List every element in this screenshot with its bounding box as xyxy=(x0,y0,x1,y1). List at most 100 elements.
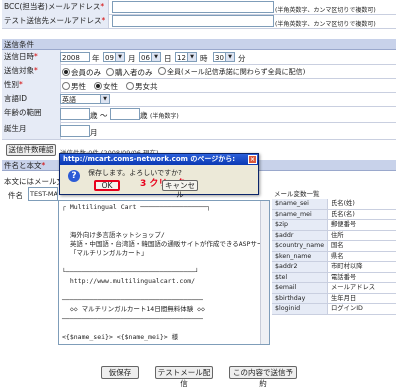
language-label: 言語ID xyxy=(2,92,61,106)
day-select[interactable]: 06 ▼ xyxy=(139,52,161,62)
body-line: 「マルチリンガルカート」 xyxy=(62,249,148,258)
gender-option-both[interactable]: 男女共 xyxy=(126,81,158,92)
variable-value: 県名 xyxy=(331,252,344,260)
variable-key: $loginid xyxy=(272,304,328,314)
chevron-down-icon: ▼ xyxy=(225,53,234,61)
age-max-input[interactable] xyxy=(110,108,140,120)
variable-row: $email メールアドレス xyxy=(272,283,396,294)
radio-selected-icon xyxy=(94,82,102,90)
save-button[interactable]: 仮保存 xyxy=(101,366,139,379)
test-input[interactable] xyxy=(112,15,274,27)
send-datetime-label: 送信日時* xyxy=(2,50,61,64)
year-input[interactable]: 2008 xyxy=(60,52,90,62)
birth-month-input[interactable] xyxy=(60,125,90,137)
age-min-input[interactable] xyxy=(60,108,90,120)
variable-key: $addr2 xyxy=(272,262,328,272)
bcc-hint: (半角英数字、カンマ区切りで複数可) xyxy=(275,7,376,14)
variable-row: $loginid ログインID xyxy=(272,304,396,315)
body-line xyxy=(62,324,266,333)
variable-row: $ken_name 県名 xyxy=(272,251,396,262)
age-hint: (半角数字) xyxy=(150,113,179,120)
test-label: テスト送信先メールアドレス* xyxy=(2,14,109,28)
cancel-button[interactable]: キャンセル xyxy=(162,180,198,199)
target-row: 送信対象* 会員のみ 購入者のみ 全員(メール記信承諾に関わらず全員に配信) xyxy=(2,64,396,79)
hour-unit: 時 xyxy=(200,54,208,63)
year-unit: 年 xyxy=(92,54,100,63)
minute-select[interactable]: 30 ▼ xyxy=(213,52,235,62)
test-row: テスト送信先メールアドレス* (半角英数字、カンマ区切りで複数可) xyxy=(2,14,396,29)
schedule-send-button[interactable]: この内容で送信予約 xyxy=(229,366,297,388)
target-option-members[interactable]: 会員のみ xyxy=(62,67,101,78)
variable-key: $tel xyxy=(272,272,328,282)
close-icon[interactable]: × xyxy=(248,155,257,164)
birth-month-label: 誕生月 xyxy=(2,122,61,139)
variable-value: 氏名(名) xyxy=(331,210,355,218)
test-hint: (半角英数字、カンマ区切りで複数可) xyxy=(275,21,376,28)
month-select[interactable]: 09 ▼ xyxy=(103,52,125,62)
variable-table-header: メール変数一覧 xyxy=(274,190,320,198)
bcc-input[interactable] xyxy=(112,1,274,13)
dialog-title: http://mcart.coms-network.com のページから: × xyxy=(60,154,258,165)
body-line: http://www.multilingualcart.com/ xyxy=(62,277,196,286)
target-option-buyers[interactable]: 購入者のみ xyxy=(106,67,153,78)
day-unit: 日 xyxy=(164,54,172,63)
bcc-label: BCC(担当者)メールアドレス* xyxy=(2,0,109,14)
variable-key: $addr xyxy=(272,230,328,240)
variable-row: $addr2 市町村以降 xyxy=(272,262,396,273)
birth-month-row: 誕生月 月 xyxy=(2,122,396,140)
ok-button[interactable]: OK xyxy=(94,180,120,191)
body-line: └─────────────────────────────────┘ xyxy=(62,268,199,277)
gender-label: 性別* xyxy=(2,78,61,92)
body-line: 海外向け多言語ネットショップ/ xyxy=(62,230,165,239)
gender-row: 性別* 男性 女性 男女共 xyxy=(2,78,396,93)
target-option-all[interactable]: 全員(メール記信承諾に関わらず全員に配信) xyxy=(158,67,305,77)
language-row: 言語ID 英語 ▼ xyxy=(2,92,396,107)
variable-key: $country_name xyxy=(272,241,328,251)
gender-option-male[interactable]: 男性 xyxy=(62,81,86,92)
variable-value: 生年月日 xyxy=(331,294,357,302)
body-line xyxy=(62,222,266,231)
variable-row: $zip 郵便番号 xyxy=(272,220,396,231)
question-icon: ? xyxy=(68,170,80,182)
variable-row: $name_mei 氏名(名) xyxy=(272,209,396,220)
chevron-down-icon: ▼ xyxy=(151,53,160,61)
birth-month-unit: 月 xyxy=(90,128,98,137)
send-datetime-row: 送信日時* 2008 年 09 ▼ 月 06 ▼ 日 12 ▼ 時 30 ▼ 分 xyxy=(2,50,396,65)
age-row: 年齢の範囲 歳 〜 歳 (半角数字) xyxy=(2,106,396,123)
variable-row: $country_name 国名 xyxy=(272,241,396,252)
language-select[interactable]: 英語 ▼ xyxy=(60,94,110,104)
radio-icon xyxy=(126,82,134,90)
radio-icon xyxy=(62,82,70,90)
count-check-button[interactable]: 送信件数確認 xyxy=(6,144,56,156)
gender-option-female[interactable]: 女性 xyxy=(94,81,118,92)
body-line: <{$name_sei}> <{$name_mei}> 様 xyxy=(62,333,179,342)
hour-select[interactable]: 12 ▼ xyxy=(175,52,197,62)
variable-key: $name_sei xyxy=(272,199,328,209)
variable-row: $tel 電話番号 xyxy=(272,272,396,283)
body-line: ◇◇ マルチリンガルカート14日間無料体験 ◇◇ xyxy=(62,305,205,314)
variable-key: $birthday xyxy=(272,293,328,303)
bcc-row: BCC(担当者)メールアドレス* (半角英数字、カンマ区切りで複数可) xyxy=(2,0,396,15)
variable-key: $ken_name xyxy=(272,251,328,261)
variable-value: 市町村以降 xyxy=(331,263,363,270)
variable-table: メール変数一覧 $name_sei 氏名(姓) $name_mei 氏名(名) $zip… xyxy=(272,190,396,315)
age-separator: 〜 xyxy=(100,111,108,120)
body-line: ──────────────────────────────────── xyxy=(62,314,203,323)
subject-label: 件名 xyxy=(8,191,23,200)
subject-input[interactable]: TEST-MAIL xyxy=(28,187,58,201)
variable-key: $zip xyxy=(272,220,328,230)
body-line xyxy=(62,259,266,268)
editor-scrollbar[interactable] xyxy=(260,201,269,344)
chevron-down-icon: ▼ xyxy=(115,53,124,61)
test-send-button[interactable]: テストメール配信 xyxy=(155,366,213,388)
age-label: 年齢の範囲 xyxy=(2,106,61,122)
chevron-down-icon: ▼ xyxy=(100,95,109,103)
body-text: ┌ Multilingual Cart ─────────────────┐ 海… xyxy=(59,201,269,344)
body-line xyxy=(62,287,266,296)
radio-icon xyxy=(106,68,114,76)
body-editor[interactable]: ┌ Multilingual Cart ─────────────────┐ 海… xyxy=(58,200,270,345)
minute-unit: 分 xyxy=(238,54,246,63)
body-line xyxy=(62,212,266,221)
target-label: 送信対象* xyxy=(2,64,61,78)
variable-row: $birthday 生年月日 xyxy=(272,293,396,304)
